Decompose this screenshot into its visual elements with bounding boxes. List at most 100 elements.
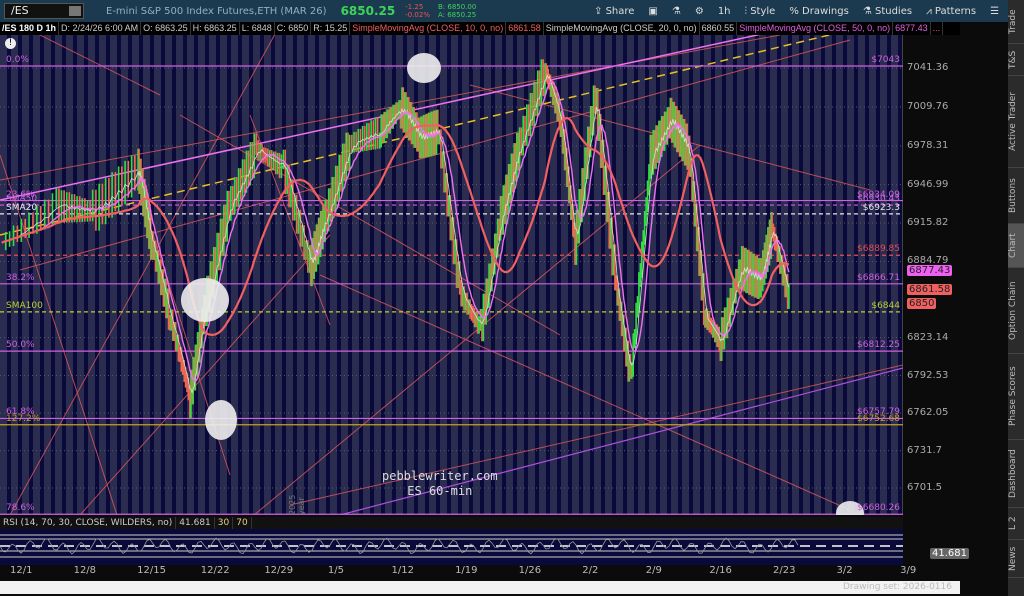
level-left-label: 50.0%: [6, 340, 35, 351]
sma50-value: 6877.43: [893, 22, 931, 35]
level-right-label: $6844: [871, 300, 900, 311]
patterns-button[interactable]: ⩘ Patterns: [926, 6, 976, 17]
bar-date: D: 2/24/26 6:00 AM: [59, 22, 142, 35]
level-left-label: SMA100: [6, 300, 43, 311]
sma20-label: SimpleMovingAvg (CLOSE, 20, 0, no): [544, 22, 700, 35]
level-left-label: 38.2%: [6, 272, 35, 283]
price-axis[interactable]: 7041.36 7009.76 6978.31 6946.99 6915.82 6884.…: [904, 35, 960, 580]
gear-icon[interactable]: ⚙: [695, 6, 704, 17]
date-tick: 1/19: [455, 565, 478, 576]
share-label: Share: [605, 5, 635, 17]
date-tick: 1/12: [391, 565, 414, 576]
share-button[interactable]: ⇪ Share: [594, 6, 634, 17]
side-tab-t-s[interactable]: T&S: [1008, 44, 1024, 76]
symbol-selector[interactable]: /ES: [4, 3, 84, 19]
watermark: pebblewriter.com ES 60-min: [382, 469, 498, 499]
sma10-value: 6861.58: [506, 22, 544, 35]
price-badge: 6877.43: [907, 264, 953, 276]
last-price: 6850.25: [340, 4, 396, 18]
studies-label: Studies: [874, 5, 913, 17]
drawing-set-label: Drawing set: 2026-0116: [843, 582, 952, 592]
price-tick: 6792.53: [907, 369, 949, 381]
bid: B: 6850.00: [437, 3, 477, 11]
date-tick: 12/15: [137, 565, 166, 576]
patterns-label: Patterns: [934, 5, 977, 17]
alert-icon[interactable]: ▣: [648, 6, 657, 17]
price-badge: 6850: [907, 298, 937, 310]
level-left-label: SMA20: [6, 202, 38, 213]
price-tick: 6731.7: [907, 444, 942, 456]
sma10-label: SimpleMovingAvg (CLOSE, 10, 0, no): [350, 22, 507, 35]
side-tab-news[interactable]: News: [1008, 540, 1024, 578]
date-tick: 2/2: [582, 565, 599, 576]
date-axis: 12/1 12/8 12/15 12/22 12/29 1/5 1/12 1/19 1/26 2/…: [0, 565, 916, 579]
more-studies[interactable]: ...: [931, 22, 944, 35]
level-right-label: $6680.26: [857, 503, 900, 514]
watermark-line2: ES 60-min: [407, 484, 473, 498]
highlight-marker: [181, 278, 229, 322]
side-tab-trade[interactable]: Trade: [1008, 0, 1024, 44]
rsi-value: 41.681: [176, 517, 215, 529]
level-left-label: 0.0%: [6, 54, 29, 65]
side-tab-phase-scores[interactable]: Phase Scores: [1008, 354, 1024, 440]
level-left-label: 127.2%: [6, 413, 41, 424]
ask: A: 6850.25: [437, 11, 477, 19]
level-right-label: $6889.85: [857, 244, 900, 255]
menu-icon[interactable]: ☰: [990, 6, 999, 17]
price-tick: 7041.36: [907, 62, 949, 73]
bar-range: R: 15.25: [311, 22, 351, 35]
price-tick: 6762.05: [907, 407, 949, 419]
date-tick: 2/16: [709, 565, 732, 576]
flask-icon[interactable]: ⚗: [672, 6, 681, 17]
watermark-line1: pebblewriter.com: [382, 469, 498, 483]
studies-button[interactable]: ⚗ Studies: [863, 6, 912, 17]
trend-line[interactable]: [79, 234, 331, 515]
level-right-label: $6812.25: [857, 340, 900, 351]
rsi-label: RSI (14, 70, 30, CLOSE, WILDERS, no): [0, 517, 177, 529]
date-tick: 2/23: [772, 565, 796, 576]
rsi-canvas: [0, 534, 903, 558]
price-tick: 7009.76: [907, 101, 949, 113]
price-tick: 6701.5: [907, 481, 942, 493]
side-tab-active-trader[interactable]: Active Trader: [1008, 76, 1024, 168]
level-left-label: 78.6%: [6, 503, 35, 514]
date-tick: 3/9: [900, 565, 917, 576]
chart-canvas: [0, 35, 903, 515]
side-tab-chart[interactable]: Chart: [1008, 224, 1024, 268]
change-pct: -0.02%: [405, 11, 430, 19]
date-tick: 12/1: [10, 565, 33, 576]
highlight-marker: [205, 400, 237, 440]
chart-info-bar: /ES 180 D 1h D: 2/24/26 6:00 AM O: 6863.…: [0, 22, 960, 35]
bid-ask: B: 6850.00 A: 6850.25: [438, 3, 476, 19]
bar-high: H: 6863.25: [191, 22, 240, 35]
scrollbar[interactable]: Drawing set: 2026-0116: [0, 581, 960, 594]
side-tab-buttons[interactable]: Buttons: [1008, 168, 1024, 224]
price-chart[interactable]: pebblewriter.com ES 60-min 2025 year !: [0, 35, 903, 515]
bar-open: O: 6863.25: [141, 22, 191, 35]
alert-indicator-icon[interactable]: !: [5, 38, 16, 49]
trend-line[interactable]: [0, 35, 161, 96]
drawings-button[interactable]: % Drawings: [789, 6, 848, 17]
level-right-label: $6866.71: [857, 272, 900, 283]
highlight-marker: [407, 53, 441, 83]
price-badge: 6861.58: [907, 284, 953, 296]
date-tick: 12/29: [264, 565, 294, 576]
rsi-high: 70: [233, 517, 252, 529]
price-tick: 6978.31: [907, 139, 949, 151]
chart-id: /ES 180 D 1h: [0, 22, 60, 35]
timeframe-button[interactable]: 1h: [718, 6, 731, 17]
level-right-label: $7043: [871, 54, 900, 65]
side-tab-dashboard[interactable]: Dashboard: [1008, 440, 1024, 508]
symbol-text: /ES: [11, 4, 29, 17]
style-label: Style: [750, 5, 776, 17]
rsi-panel[interactable]: [0, 529, 903, 565]
side-tab-l-2[interactable]: L 2: [1008, 508, 1024, 540]
style-button[interactable]: ⫶ Style: [745, 6, 776, 17]
year-marker: 2025 year: [288, 494, 306, 515]
sma50-label: SimpleMovingAvg (CLOSE, 50, 0, no): [737, 22, 894, 35]
change: -1.25: [405, 3, 424, 11]
side-tab-option-chain[interactable]: Option Chain: [1008, 268, 1024, 354]
rsi-low: 30: [215, 517, 234, 529]
side-tabs: Trade T&S Active Trader Buttons Chart Option …: [1008, 0, 1024, 596]
bar-low: L: 6848: [240, 22, 275, 35]
